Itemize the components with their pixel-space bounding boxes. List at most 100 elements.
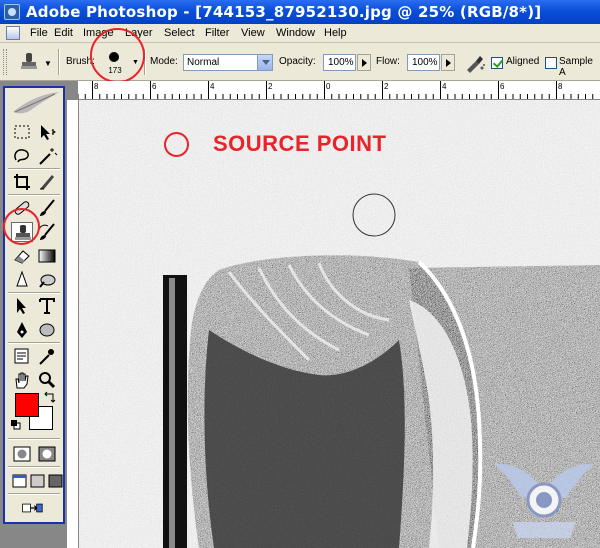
foreground-color-swatch[interactable] (15, 393, 39, 417)
slice-icon (40, 175, 54, 190)
photoshop-icon (4, 4, 20, 20)
aligned-label: Aligned (506, 56, 540, 67)
eraser-tool[interactable] (11, 246, 33, 266)
marquee-icon (14, 125, 30, 139)
swap-colors-icon[interactable] (43, 390, 57, 404)
default-colors-icon[interactable] (11, 420, 21, 430)
tool-preset-arrow[interactable]: ▼ (44, 59, 52, 68)
source-point-label: SOURCE POINT (213, 131, 387, 156)
standard-mode-icon (13, 446, 31, 462)
move-icon (41, 125, 56, 140)
blur-tool[interactable] (11, 270, 33, 290)
eyedropper-tool[interactable] (36, 346, 58, 366)
menu-filter[interactable]: Filter (205, 27, 229, 39)
ellipse-icon (39, 323, 55, 337)
ruler-top: 8 6 4 2 0 2 4 6 8 (78, 81, 600, 100)
zoom-tool[interactable] (36, 370, 58, 390)
toolbox-separator (8, 168, 60, 170)
ruler-label: 8 (558, 82, 563, 91)
magnifier-icon (39, 372, 56, 389)
imageready-icon (22, 503, 43, 513)
menu-edit[interactable]: Edit (54, 27, 73, 39)
flow-field[interactable]: 100% (407, 54, 440, 71)
opacity-label: Opacity: (279, 56, 316, 67)
lasso-icon (14, 149, 29, 163)
screen-mode-full[interactable] (45, 471, 63, 491)
brush-tool[interactable] (36, 198, 58, 218)
path-selection-tool[interactable] (11, 296, 33, 316)
dodge-tool[interactable] (36, 270, 58, 290)
toolbox-separator (8, 493, 60, 495)
title-bar: Adobe Photoshop - [744153_87952130.jpg @… (0, 0, 600, 24)
source-point-marker (164, 132, 189, 157)
lasso-tool[interactable] (11, 146, 33, 166)
eraser-icon (14, 250, 30, 264)
mode-select[interactable]: Normal (183, 54, 273, 71)
chevron-down-icon[interactable] (257, 55, 272, 70)
slice-tool[interactable] (36, 172, 58, 192)
mode-value: Normal (187, 57, 220, 68)
ruler-label: 2 (384, 82, 389, 91)
notes-icon (14, 348, 29, 364)
dodge-icon (39, 274, 56, 288)
menu-file[interactable]: File (30, 27, 48, 39)
magic-wand-icon (39, 148, 58, 165)
airbrush-icon[interactable] (464, 53, 486, 73)
magic-wand-tool[interactable] (36, 146, 58, 166)
options-separator (58, 49, 60, 75)
tool-preset-picker[interactable] (18, 51, 40, 73)
toolbox (3, 86, 65, 524)
opacity-slider-button[interactable] (357, 54, 371, 71)
toolbox-separator (8, 466, 60, 468)
type-tool[interactable] (36, 296, 58, 316)
arrow-icon (17, 298, 26, 314)
gradient-icon (38, 249, 56, 263)
menu-select[interactable]: Select (164, 27, 195, 39)
menu-help[interactable]: Help (324, 27, 347, 39)
ruler-label: 4 (210, 82, 215, 91)
shape-tool[interactable] (36, 320, 58, 340)
tool-highlight-circle (3, 208, 40, 245)
ruler-label: 2 (268, 82, 273, 91)
notes-tool[interactable] (11, 346, 33, 366)
document-icon[interactable] (6, 26, 20, 40)
mode-label: Mode: (150, 56, 178, 67)
flow-slider-button[interactable] (441, 54, 455, 71)
pen-icon (17, 322, 27, 338)
screen-mode-standard[interactable] (9, 471, 27, 491)
screen-mode-full-menu[interactable] (27, 471, 45, 491)
ruler-label: 4 (442, 82, 447, 91)
clone-stamp-icon (21, 53, 37, 69)
crop-tool[interactable] (11, 172, 33, 192)
marquee-tool[interactable] (11, 122, 33, 142)
quick-mask-button[interactable] (36, 444, 58, 464)
blur-drop-icon (16, 270, 28, 287)
quick-mask-icon (38, 446, 56, 462)
standard-mode-button[interactable] (11, 444, 33, 464)
jump-to-imageready-button[interactable] (21, 498, 49, 518)
gradient-tool[interactable] (36, 246, 58, 266)
toolbox-separator (8, 292, 60, 294)
opacity-field[interactable]: 100% (323, 54, 356, 71)
hand-icon (15, 372, 29, 389)
hand-tool[interactable] (11, 370, 33, 390)
crop-icon (14, 174, 30, 190)
pen-tool[interactable] (11, 320, 33, 340)
sample-all-layers-checkbox[interactable] (545, 57, 557, 69)
watermark-emblem-icon (494, 463, 594, 538)
screen-mode-full-icon (48, 474, 63, 488)
aligned-checkbox[interactable] (491, 57, 503, 69)
menu-view[interactable]: View (241, 27, 265, 39)
toolbox-header[interactable] (5, 88, 63, 116)
menu-bar: File Edit Image Layer Select Filter View… (0, 24, 600, 43)
window-title: Adobe Photoshop - [744153_87952130.jpg @… (26, 3, 542, 21)
toolbox-separator (8, 438, 60, 440)
toolbox-separator (8, 342, 60, 344)
menu-window[interactable]: Window (276, 27, 315, 39)
move-tool[interactable] (36, 122, 58, 142)
options-grip[interactable] (3, 49, 7, 75)
ruler-label: 6 (152, 82, 157, 91)
sample-all-layers-label: Sample A (559, 56, 593, 78)
flow-label: Flow: (376, 56, 400, 67)
feather-icon (13, 92, 59, 114)
